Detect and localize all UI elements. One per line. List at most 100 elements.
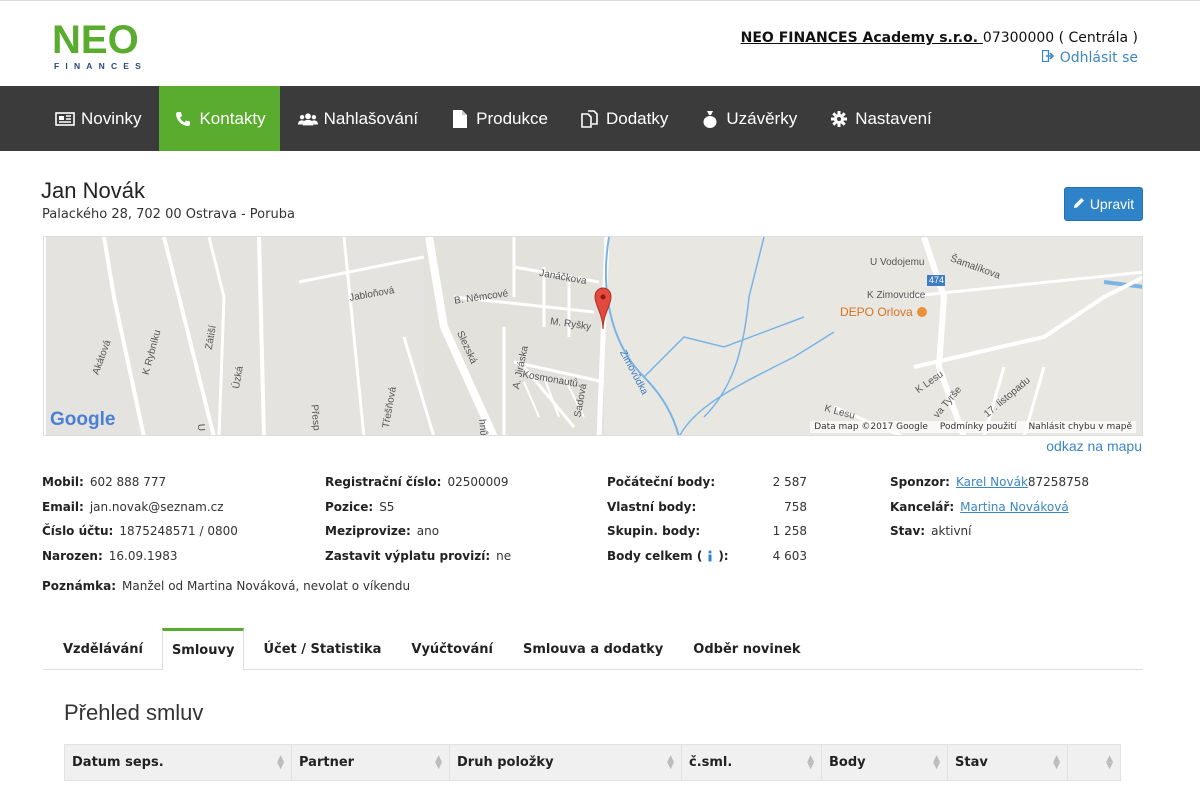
detail-value: 4 603 — [772, 548, 807, 563]
column-label: Partner — [299, 755, 355, 770]
detail-row-stop: Zastavit výplatu provizí: ne — [325, 544, 595, 569]
detail-row-born: Narozen: 16.09.1983 — [42, 544, 302, 569]
map-label: K Zimovudce — [867, 290, 926, 301]
detail-label: Pozice: — [325, 499, 374, 514]
tab-vyuctovani[interactable]: Vyúčtování — [396, 628, 508, 670]
note-value: Manžel od Martina Nováková, nevolat o ví… — [122, 579, 411, 593]
map-label: Přesp — [308, 404, 322, 431]
contact-address: Palackého 28, 702 00 Ostrava - Poruba — [42, 207, 295, 222]
detail-value: 1 258 — [772, 524, 807, 539]
cog-icon — [829, 109, 849, 129]
detail-value: 758 — [784, 499, 807, 514]
map-report-link[interactable]: Nahlásit chybu v mapě — [1028, 422, 1132, 432]
map-footer: Data map ©2017 Google Podmínky použití N… — [810, 421, 1136, 433]
tab-odber-novinek[interactable]: Odběr novinek — [678, 628, 815, 670]
sort-icon: ▲ ▼ — [435, 753, 442, 771]
road-number-label: 474 — [929, 275, 945, 285]
nav-label: Nastavení — [855, 108, 932, 128]
tab-smlouva-dodatky[interactable]: Smlouva a dodatky — [508, 628, 678, 670]
detail-label-suffix: ): — [718, 548, 729, 563]
detail-label: Stav: — [890, 524, 926, 539]
detail-value: jan.novak@seznam.cz — [89, 499, 224, 514]
company-info: NEO FINANCES Academy s.r.o. 07300000 ( C… — [741, 28, 1138, 48]
tab-smlouvy[interactable]: Smlouvy — [161, 628, 245, 671]
column-label: Datum seps. — [72, 755, 164, 770]
column-header[interactable]: ▲ ▼ — [1068, 745, 1120, 780]
main-navbar: Novinky Kontakty Nahlašování Produkce Do… — [0, 86, 1200, 151]
nav-label: Kontakty — [199, 108, 266, 128]
column-header[interactable]: Datum seps. ▲ ▼ — [65, 745, 292, 780]
nav-item-kontakty[interactable]: Kontakty — [159, 86, 280, 151]
nav-label: Produkce — [476, 108, 548, 128]
map-data-label: Data map ©2017 Google — [814, 422, 928, 432]
nav-item-uzaverky[interactable]: Uzávěrky — [686, 86, 811, 151]
copy-icon — [580, 109, 600, 129]
company-name-link[interactable]: NEO FINANCES Academy s.r.o. — [741, 30, 983, 46]
edit-button[interactable]: Upravit — [1064, 187, 1143, 221]
detail-value: 16.09.1983 — [108, 548, 178, 563]
column-header[interactable]: Body ▲ ▼ — [822, 745, 948, 780]
detail-row-reg: Registrační číslo: 02500009 — [325, 470, 595, 495]
detail-label: Sponzor: — [890, 475, 950, 490]
column-label: Stav — [955, 755, 988, 770]
office-link[interactable]: Martina Nováková — [960, 500, 1069, 514]
detail-value: ne — [496, 548, 512, 563]
column-label: Druh položky — [457, 755, 554, 770]
detail-label: Email: — [42, 499, 84, 514]
column-header[interactable]: č.sml. ▲ ▼ — [682, 745, 822, 780]
contact-tabs: Vzdělávání Smlouvy Účet / Statistika Vyú… — [43, 628, 1143, 671]
newspaper-icon — [55, 109, 75, 129]
sponsor-link[interactable]: Karel Novák — [956, 475, 1028, 489]
neo-finances-logo[interactable]: NEO FINANCES — [52, 17, 164, 75]
nav-item-produkce[interactable]: Produkce — [436, 86, 562, 151]
detail-label: Skupin. body: — [607, 524, 701, 539]
bag-icon — [700, 109, 720, 129]
detail-label: Registrační číslo: — [325, 475, 442, 490]
detail-row-status: Stav: aktivní — [890, 519, 1150, 544]
map-label: U Vodojemu — [870, 257, 925, 268]
detail-label: Počáteční body: — [607, 475, 716, 490]
column-header[interactable]: Stav ▲ ▼ — [948, 745, 1068, 780]
contracts-table-header: Datum seps. ▲ ▼ Partner ▲ ▼ Druh položky ▲ ▼ č… — [64, 744, 1121, 781]
nav-label: Dodatky — [605, 108, 669, 128]
detail-value: 602 888 777 — [89, 475, 167, 490]
detail-row-mezi: Meziprovize: ano — [325, 519, 595, 544]
detail-value: aktivní — [931, 524, 972, 539]
map-terms-link[interactable]: Podmínky použití — [940, 422, 1017, 432]
map-label: U — [194, 423, 207, 432]
detail-value: 1875248571 / 0800 — [119, 524, 238, 539]
nav-item-novinky[interactable]: Novinky — [41, 86, 155, 151]
sign-out-icon — [1041, 48, 1055, 68]
column-label: Body — [829, 755, 866, 770]
map-link[interactable]: odkaz na mapu — [1046, 438, 1142, 454]
account-area: NEO FINANCES Academy s.r.o. 07300000 ( C… — [741, 28, 1138, 68]
contact-name: Jan Novák — [41, 178, 145, 203]
sponsor-details: Sponzor: Karel Novák 87258758 Kancelář: Ma… — [890, 470, 1150, 544]
detail-row-own-points: Vlastní body: 758 — [607, 495, 807, 520]
detail-label: Zastavit výplatu provizí: — [325, 548, 491, 563]
file-icon — [450, 109, 470, 129]
nav-item-nastaveni[interactable]: Nastavení — [815, 86, 946, 151]
info-icon[interactable] — [704, 550, 716, 562]
nav-label: Novinky — [81, 108, 142, 128]
tab-vzdelavani[interactable]: Vzdělávání — [48, 628, 158, 670]
sort-icon: ▲ ▼ — [933, 753, 940, 771]
detail-value: ano — [416, 524, 440, 539]
nav-item-nahlasovani[interactable]: Nahlašování — [284, 86, 433, 151]
column-header[interactable]: Partner ▲ ▼ — [292, 745, 450, 780]
detail-label: Mobil: — [42, 475, 84, 490]
detail-value: S5 — [379, 499, 395, 514]
phone-icon — [173, 109, 193, 129]
logo-subtext: FINANCES — [54, 61, 147, 71]
contact-details: Mobil: 602 888 777 Email: jan.novak@seznam… — [42, 470, 302, 568]
logout-link[interactable]: Odhlásit se — [1041, 48, 1138, 68]
nav-item-dodatky[interactable]: Dodatky — [566, 86, 682, 151]
detail-row-total-points: Body celkem ( ): 4 603 — [607, 544, 807, 569]
logout-label: Odhlásit se — [1059, 50, 1138, 66]
points-details: Počáteční body: 2 587 Vlastní body: 758 Sk… — [607, 470, 807, 568]
location-map[interactable]: U Vodojemu Šamalíkova 474 K Zimovudce DE… — [43, 236, 1143, 436]
section-title: Přehled smluv — [64, 700, 204, 725]
column-header[interactable]: Druh položky ▲ ▼ — [450, 745, 682, 780]
registration-details: Registrační číslo: 02500009 Pozice: S5 Mez… — [325, 470, 595, 568]
tab-ucet-statistika[interactable]: Účet / Statistika — [248, 628, 396, 670]
